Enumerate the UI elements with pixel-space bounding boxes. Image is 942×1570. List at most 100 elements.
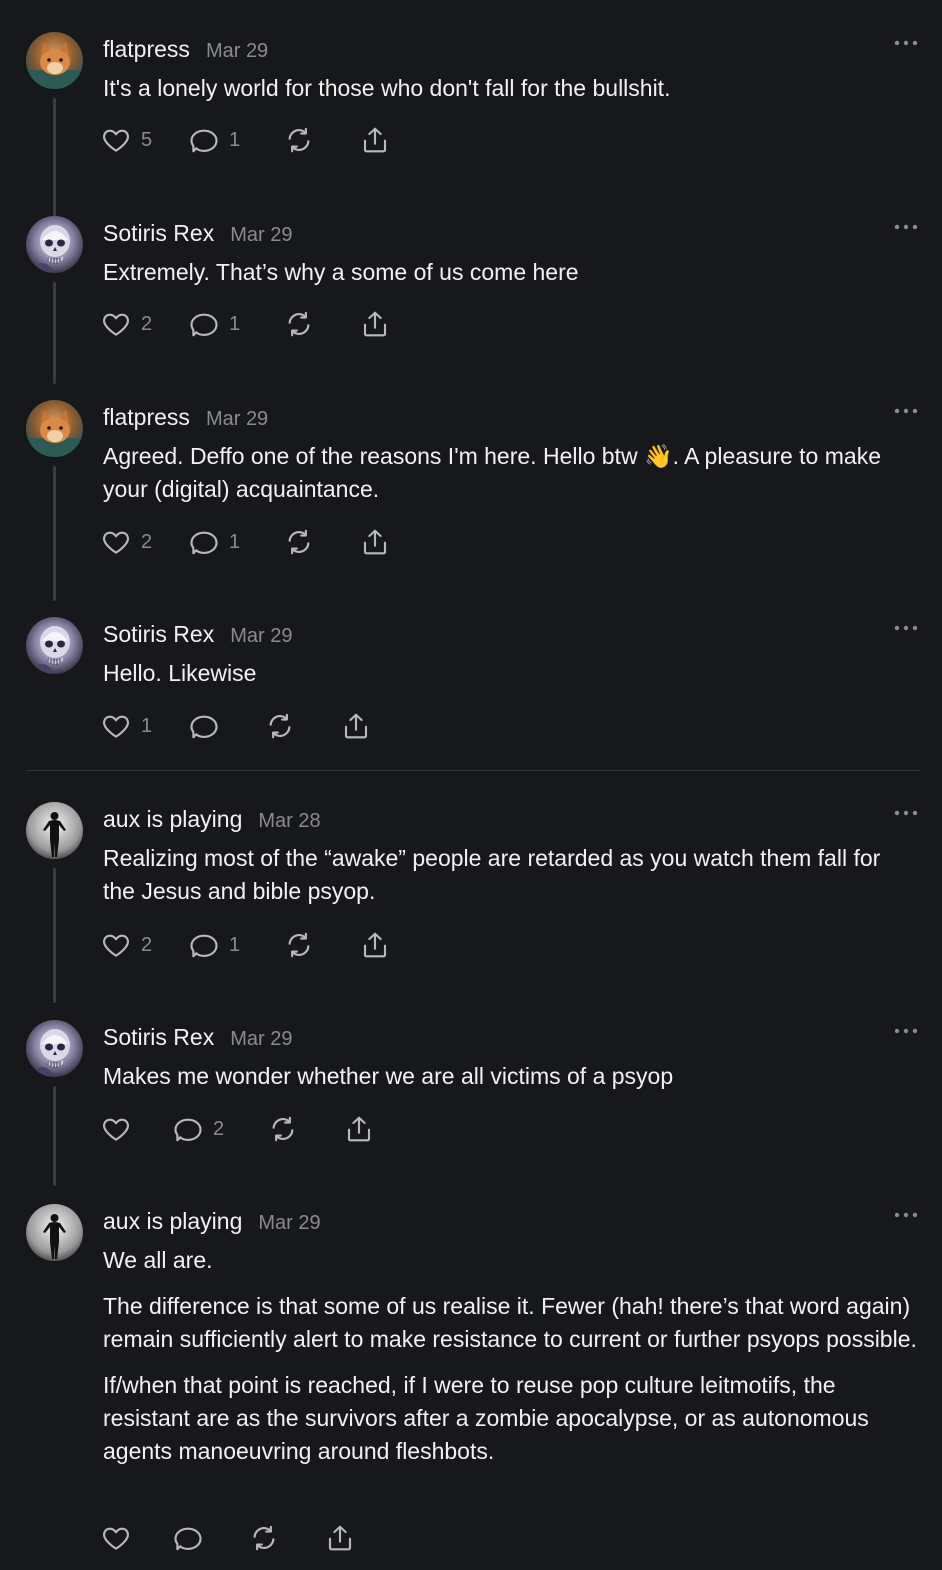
more-options-icon[interactable] [894, 408, 918, 418]
share-icon [360, 527, 390, 557]
comment-button[interactable]: 1 [189, 525, 240, 559]
comment-button[interactable]: 2 [173, 1112, 224, 1146]
comment-button[interactable]: 1 [189, 307, 240, 341]
repost-icon [284, 125, 314, 155]
heart-button[interactable]: 2 [101, 307, 152, 341]
comment-paragraph: The difference is that some of us realis… [103, 1293, 917, 1352]
repost-icon [268, 1114, 298, 1144]
heart-icon [101, 1114, 131, 1144]
share-button[interactable] [360, 123, 390, 157]
repost-icon [284, 527, 314, 557]
share-button[interactable] [360, 928, 390, 962]
comment-body: We all are. The difference is that some o… [103, 1244, 918, 1481]
heart-count: 5 [141, 128, 153, 151]
comment-header: Sotiris Rex Mar 29 [103, 1024, 292, 1051]
heart-button[interactable]: 1 [101, 709, 152, 743]
comment-paragraph: Realizing most of the “awake” people are… [103, 845, 881, 904]
author-name[interactable]: aux is playing [103, 806, 242, 833]
author-name[interactable]: flatpress [103, 36, 190, 63]
post-date[interactable]: Mar 29 [230, 1028, 292, 1051]
thread-line [53, 868, 56, 1003]
comment-icon [189, 309, 219, 339]
share-button[interactable] [341, 709, 371, 743]
comment-header: aux is playing Mar 29 [103, 1208, 321, 1235]
comment-paragraph: If/when that point is reached, if I were… [103, 1372, 869, 1464]
more-options-icon[interactable] [894, 224, 918, 234]
share-icon [341, 711, 371, 741]
thread-line [53, 98, 56, 233]
heart-button[interactable] [101, 1521, 131, 1555]
repost-button[interactable] [249, 1521, 279, 1555]
post-date[interactable]: Mar 29 [230, 224, 292, 247]
post-date[interactable]: Mar 29 [230, 625, 292, 648]
share-icon [360, 125, 390, 155]
repost-button[interactable] [284, 123, 314, 157]
skull-avatar[interactable] [26, 617, 83, 674]
post-date[interactable]: Mar 29 [206, 40, 268, 63]
comment-icon [189, 711, 219, 741]
thread-divider [26, 770, 921, 771]
comment-button[interactable] [189, 709, 219, 743]
post-date[interactable]: Mar 29 [258, 1212, 320, 1235]
more-options-icon[interactable] [894, 1028, 918, 1038]
share-button[interactable] [325, 1521, 355, 1555]
author-name[interactable]: Sotiris Rex [103, 621, 214, 648]
share-icon [325, 1523, 355, 1553]
comment-button[interactable] [173, 1521, 203, 1555]
author-name[interactable]: Sotiris Rex [103, 1024, 214, 1051]
skull-avatar[interactable] [26, 1020, 83, 1077]
comment-button[interactable]: 1 [189, 928, 240, 962]
comment-icon [189, 930, 219, 960]
thread-line [53, 466, 56, 601]
comment-icon [189, 125, 219, 155]
heart-button[interactable]: 5 [101, 123, 152, 157]
share-button[interactable] [360, 307, 390, 341]
skull-avatar[interactable] [26, 216, 83, 273]
heart-icon [101, 527, 131, 557]
heart-button[interactable]: 2 [101, 525, 152, 559]
repost-button[interactable] [268, 1112, 298, 1146]
author-name[interactable]: flatpress [103, 404, 190, 431]
heart-icon [101, 309, 131, 339]
post-date[interactable]: Mar 29 [206, 408, 268, 431]
heart-count: 2 [141, 312, 153, 335]
comment-paragraph: We all are. [103, 1247, 213, 1273]
repost-icon [284, 930, 314, 960]
cat-avatar[interactable] [26, 400, 83, 457]
silhouette-avatar[interactable] [26, 1204, 83, 1261]
share-button[interactable] [360, 525, 390, 559]
comment-count: 1 [229, 128, 241, 151]
more-options-icon[interactable] [894, 40, 918, 50]
comment-paragraph: It's a lonely world for those who don't … [103, 75, 671, 101]
repost-button[interactable] [284, 525, 314, 559]
comment-body: Hello. Likewise [103, 657, 918, 703]
thread-line [53, 282, 56, 384]
author-name[interactable]: Sotiris Rex [103, 220, 214, 247]
comment-header: flatpress Mar 29 [103, 404, 268, 431]
more-options-icon[interactable] [894, 625, 918, 635]
share-icon [360, 309, 390, 339]
share-icon [344, 1114, 374, 1144]
author-name[interactable]: aux is playing [103, 1208, 242, 1235]
more-options-icon[interactable] [894, 810, 918, 820]
heart-button[interactable] [101, 1112, 131, 1146]
heart-count: 2 [141, 530, 153, 553]
comment-icon [173, 1114, 203, 1144]
repost-button[interactable] [284, 928, 314, 962]
comment-button[interactable]: 1 [189, 123, 240, 157]
comment-body: Makes me wonder whether we are all victi… [103, 1060, 918, 1106]
comment-paragraph: Makes me wonder whether we are all victi… [103, 1063, 674, 1089]
silhouette-avatar[interactable] [26, 802, 83, 859]
repost-button[interactable] [284, 307, 314, 341]
comment-count: 2 [213, 1117, 225, 1140]
comment-count: 1 [229, 312, 241, 335]
comment-body: Extremely. That’s why a some of us come … [103, 256, 918, 302]
post-date[interactable]: Mar 28 [258, 810, 320, 833]
cat-avatar[interactable] [26, 32, 83, 89]
heart-button[interactable]: 2 [101, 928, 152, 962]
heart-count: 2 [141, 933, 153, 956]
share-button[interactable] [344, 1112, 374, 1146]
more-options-icon[interactable] [894, 1212, 918, 1222]
repost-button[interactable] [265, 709, 295, 743]
comment-header: Sotiris Rex Mar 29 [103, 220, 292, 247]
